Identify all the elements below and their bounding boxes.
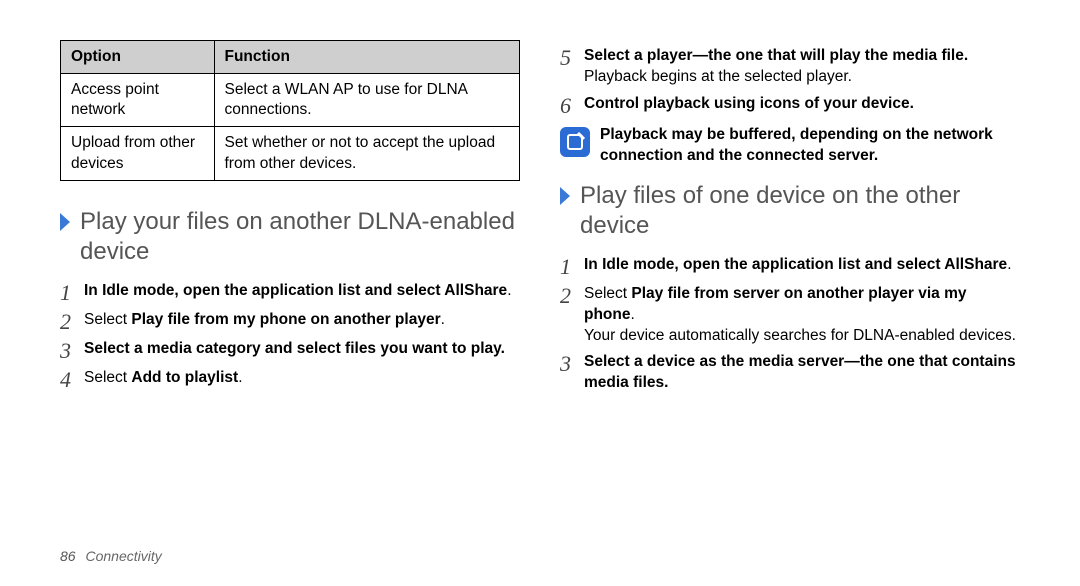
step-text: In Idle mode, open the application list … — [584, 256, 944, 273]
note-box: Playback may be buffered, depending on t… — [560, 125, 1020, 167]
step-body: In Idle mode, open the application list … — [584, 255, 1020, 276]
chevron-right-icon — [60, 213, 74, 231]
step-body: In Idle mode, open the application list … — [84, 281, 520, 302]
step-number: 2 — [60, 310, 84, 333]
step-text-bold: AllShare — [444, 282, 507, 299]
step-text: Playback begins at the selected player. — [584, 68, 852, 85]
step-text: Your device automatically searches for D… — [584, 327, 1016, 344]
step-text: . — [631, 306, 635, 323]
page-root: Option Function Access point network Sel… — [0, 0, 1080, 586]
step-text: Select — [84, 369, 131, 386]
step-1: 1 In Idle mode, open the application lis… — [60, 281, 520, 304]
step-number: 1 — [560, 255, 584, 278]
step-1b: 1 In Idle mode, open the application lis… — [560, 255, 1020, 278]
subheading-text: Play your files on another DLNA-enabled … — [80, 207, 520, 267]
step-text: . — [441, 311, 445, 328]
step-text: . — [507, 282, 511, 299]
note-text: Playback may be buffered, depending on t… — [600, 125, 1020, 167]
step-2b: 2 Select Play file from server on anothe… — [560, 284, 1020, 347]
step-number: 6 — [560, 94, 584, 117]
page-number: 86 — [60, 548, 76, 564]
subheading-play-your-files: Play your files on another DLNA-enabled … — [60, 207, 520, 267]
step-text-bold: AllShare — [944, 256, 1007, 273]
cell-function: Set whether or not to accept the upload … — [214, 127, 520, 180]
section-name: Connectivity — [85, 548, 161, 564]
step-number: 4 — [60, 368, 84, 391]
step-number: 3 — [560, 352, 584, 375]
cell-function: Select a WLAN AP to use for DLNA connect… — [214, 74, 520, 127]
step-2: 2 Select Play file from my phone on anot… — [60, 310, 520, 333]
options-table: Option Function Access point network Sel… — [60, 40, 520, 181]
page-footer: 86 Connectivity — [60, 548, 162, 564]
chevron-right-icon — [560, 187, 574, 205]
step-number: 5 — [560, 46, 584, 69]
step-6: 6 Control playback using icons of your d… — [560, 94, 1020, 117]
step-body: Select a player—the one that will play t… — [584, 46, 1020, 88]
step-3: 3 Select a media category and select fil… — [60, 339, 520, 362]
step-body: Select Play file from server on another … — [584, 284, 1020, 347]
note-icon — [560, 127, 590, 157]
step-text: Select — [584, 285, 631, 302]
step-text-bold: Add to playlist — [131, 369, 238, 386]
step-body: Select Add to playlist. — [84, 368, 520, 389]
table-row: Access point network Select a WLAN AP to… — [61, 74, 520, 127]
step-text: . — [238, 369, 242, 386]
step-text: In Idle mode, open the application list … — [84, 282, 444, 299]
step-number: 3 — [60, 339, 84, 362]
step-body: Select Play file from my phone on anothe… — [84, 310, 520, 331]
th-option: Option — [61, 41, 215, 74]
step-3b: 3 Select a device as the media server—th… — [560, 352, 1020, 394]
step-text: Select — [84, 311, 131, 328]
cell-option: Upload from other devices — [61, 127, 215, 180]
step-number: 2 — [560, 284, 584, 307]
step-number: 1 — [60, 281, 84, 304]
step-5: 5 Select a player—the one that will play… — [560, 46, 1020, 88]
step-body: Select a device as the media server—the … — [584, 352, 1020, 394]
step-text-bold: Play file from my phone on another playe… — [131, 311, 440, 328]
col-right: 5 Select a player—the one that will play… — [560, 40, 1020, 400]
cell-option: Access point network — [61, 74, 215, 127]
th-function: Function — [214, 41, 520, 74]
step-text: Select a player—the one that will play t… — [584, 47, 968, 64]
subheading-text: Play files of one device on the other de… — [580, 181, 1020, 241]
step-4: 4 Select Add to playlist. — [60, 368, 520, 391]
table-header-row: Option Function — [61, 41, 520, 74]
col-left: Option Function Access point network Sel… — [60, 40, 520, 400]
subheading-play-files-other: Play files of one device on the other de… — [560, 181, 1020, 241]
columns: Option Function Access point network Sel… — [60, 40, 1020, 400]
table-row: Upload from other devices Set whether or… — [61, 127, 520, 180]
step-text: . — [1007, 256, 1011, 273]
step-body: Control playback using icons of your dev… — [584, 94, 1020, 115]
step-body: Select a media category and select files… — [84, 339, 520, 360]
step-text-bold: Play file from server on another player … — [584, 285, 967, 323]
